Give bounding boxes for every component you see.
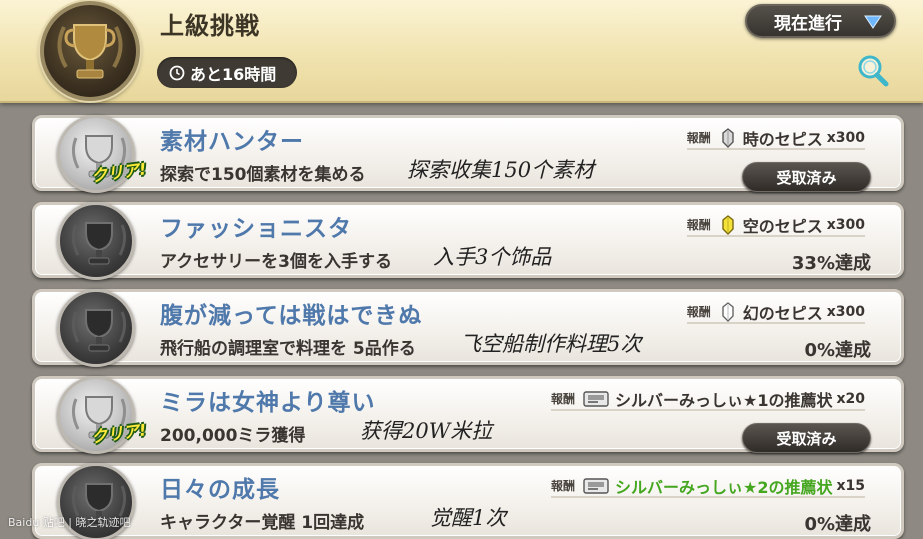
reward-qty: x300 — [826, 303, 865, 320]
time-remaining-text: あと16時間 — [190, 64, 277, 84]
recommendation-letter-icon — [583, 390, 609, 407]
sepith-crystal-silver-icon — [722, 127, 734, 148]
reward-label: 報酬 — [550, 392, 575, 406]
reward-qty: x15 — [836, 477, 865, 494]
status-filter-label: 現在進行 — [774, 13, 842, 34]
quest-description: キャラクター覚醒 1回達成 — [160, 513, 365, 533]
time-remaining: あと16時間 — [157, 57, 297, 88]
quest-title: ファッショニスタ — [160, 216, 352, 242]
trophy-icon — [57, 289, 135, 367]
quest-title: 日々の成長 — [160, 477, 280, 503]
clock-icon — [169, 65, 185, 80]
quest-title: 素材ハンター — [160, 129, 304, 155]
quest-card[interactable]: 腹が減っては戦はできぬ 飛行船の調理室で料理を 5品作る 飞空船制作料理5次 報… — [32, 289, 904, 367]
recommendation-letter-icon — [583, 477, 609, 494]
quest-translation-note: 觉醒1次 — [430, 506, 507, 530]
quest-description: 探索で150個素材を集める — [160, 165, 366, 185]
quest-description: アクセサリーを3個を入手する — [160, 252, 392, 272]
reward-label: 報酬 — [686, 305, 711, 319]
reward-qty: x20 — [836, 390, 865, 407]
reward-name: 時のセピス — [742, 129, 823, 149]
quest-translation-note: 飞空船制作料理5次 — [460, 332, 642, 356]
quest-description: 200,000ミラ獲得 — [160, 426, 306, 446]
reward: 報酬 シルバーみっしぃ★1の推薦状 x20 — [550, 389, 865, 411]
reward: 報酬 空のセピス x300 — [686, 214, 865, 237]
progress-text: 0%達成 — [804, 514, 871, 535]
quest-card[interactable]: 日々の成長 キャラクター覚醒 1回達成 觉醒1次 報酬 シルバーみっしぃ★2の推… — [32, 463, 904, 539]
trophy-icon — [57, 202, 135, 280]
reward-name: シルバーみっしぃ★2の推薦状 — [615, 477, 833, 497]
quest-title: 腹が減っては戦はできぬ — [160, 303, 423, 329]
watermark: Baidu 贴吧 | 晓之轨迹吧 — [8, 516, 131, 529]
page-title: 上級挑戦 — [160, 12, 260, 40]
challenge-header: 上級挑戦 あと16時間 現在進行 — [0, 0, 923, 103]
reward: 報酬 シルバーみっしぃ★2の推薦状 x15 — [550, 476, 865, 498]
quest-card[interactable]: ファッショニスタ アクセサリーを3個を入手する 入手3个饰品 報酬 空のセピス … — [32, 202, 904, 280]
search-icon[interactable] — [855, 53, 891, 89]
reward: 報酬 幻のセピス x300 — [686, 301, 865, 324]
quest-translation-note: 入手3个饰品 — [433, 245, 552, 269]
reward-qty: x300 — [826, 216, 865, 233]
reward-qty: x300 — [826, 129, 865, 146]
reward-label: 報酬 — [686, 218, 711, 232]
sepith-crystal-white-icon — [722, 301, 734, 322]
progress-text: 33%達成 — [791, 253, 871, 274]
quest-description: 飛行船の調理室で料理を 5品作る — [160, 339, 416, 359]
reward: 報酬 時のセピス x300 — [686, 127, 865, 150]
reward-label: 報酬 — [550, 479, 575, 493]
chevron-down-icon — [864, 15, 882, 29]
quest-translation-note: 获得20W米拉 — [360, 419, 493, 443]
reward-name: 空のセピス — [742, 216, 823, 236]
claimed-button[interactable]: 受取済み — [742, 162, 871, 192]
gold-trophy-icon — [40, 1, 140, 101]
quest-card[interactable]: クリア! ミラは女神より尊い 200,000ミラ獲得 获得20W米拉 報酬 シル… — [32, 376, 904, 454]
progress-text: 0%達成 — [804, 340, 871, 361]
quest-translation-note: 探索收集150个素材 — [407, 158, 595, 182]
sepith-crystal-gold-icon — [722, 214, 734, 235]
quest-screen: クリア! 素材ハンター 探索で150個素材を集める 探索收集150个素材 報酬 … — [0, 0, 923, 539]
reward-label: 報酬 — [686, 131, 711, 145]
status-filter-dropdown[interactable]: 現在進行 — [745, 4, 896, 38]
claimed-button[interactable]: 受取済み — [742, 423, 871, 453]
quest-title: ミラは女神より尊い — [160, 390, 376, 416]
reward-name: 幻のセピス — [742, 303, 823, 323]
reward-name: シルバーみっしぃ★1の推薦状 — [615, 390, 833, 410]
quest-card[interactable]: クリア! 素材ハンター 探索で150個素材を集める 探索收集150个素材 報酬 … — [32, 115, 904, 193]
